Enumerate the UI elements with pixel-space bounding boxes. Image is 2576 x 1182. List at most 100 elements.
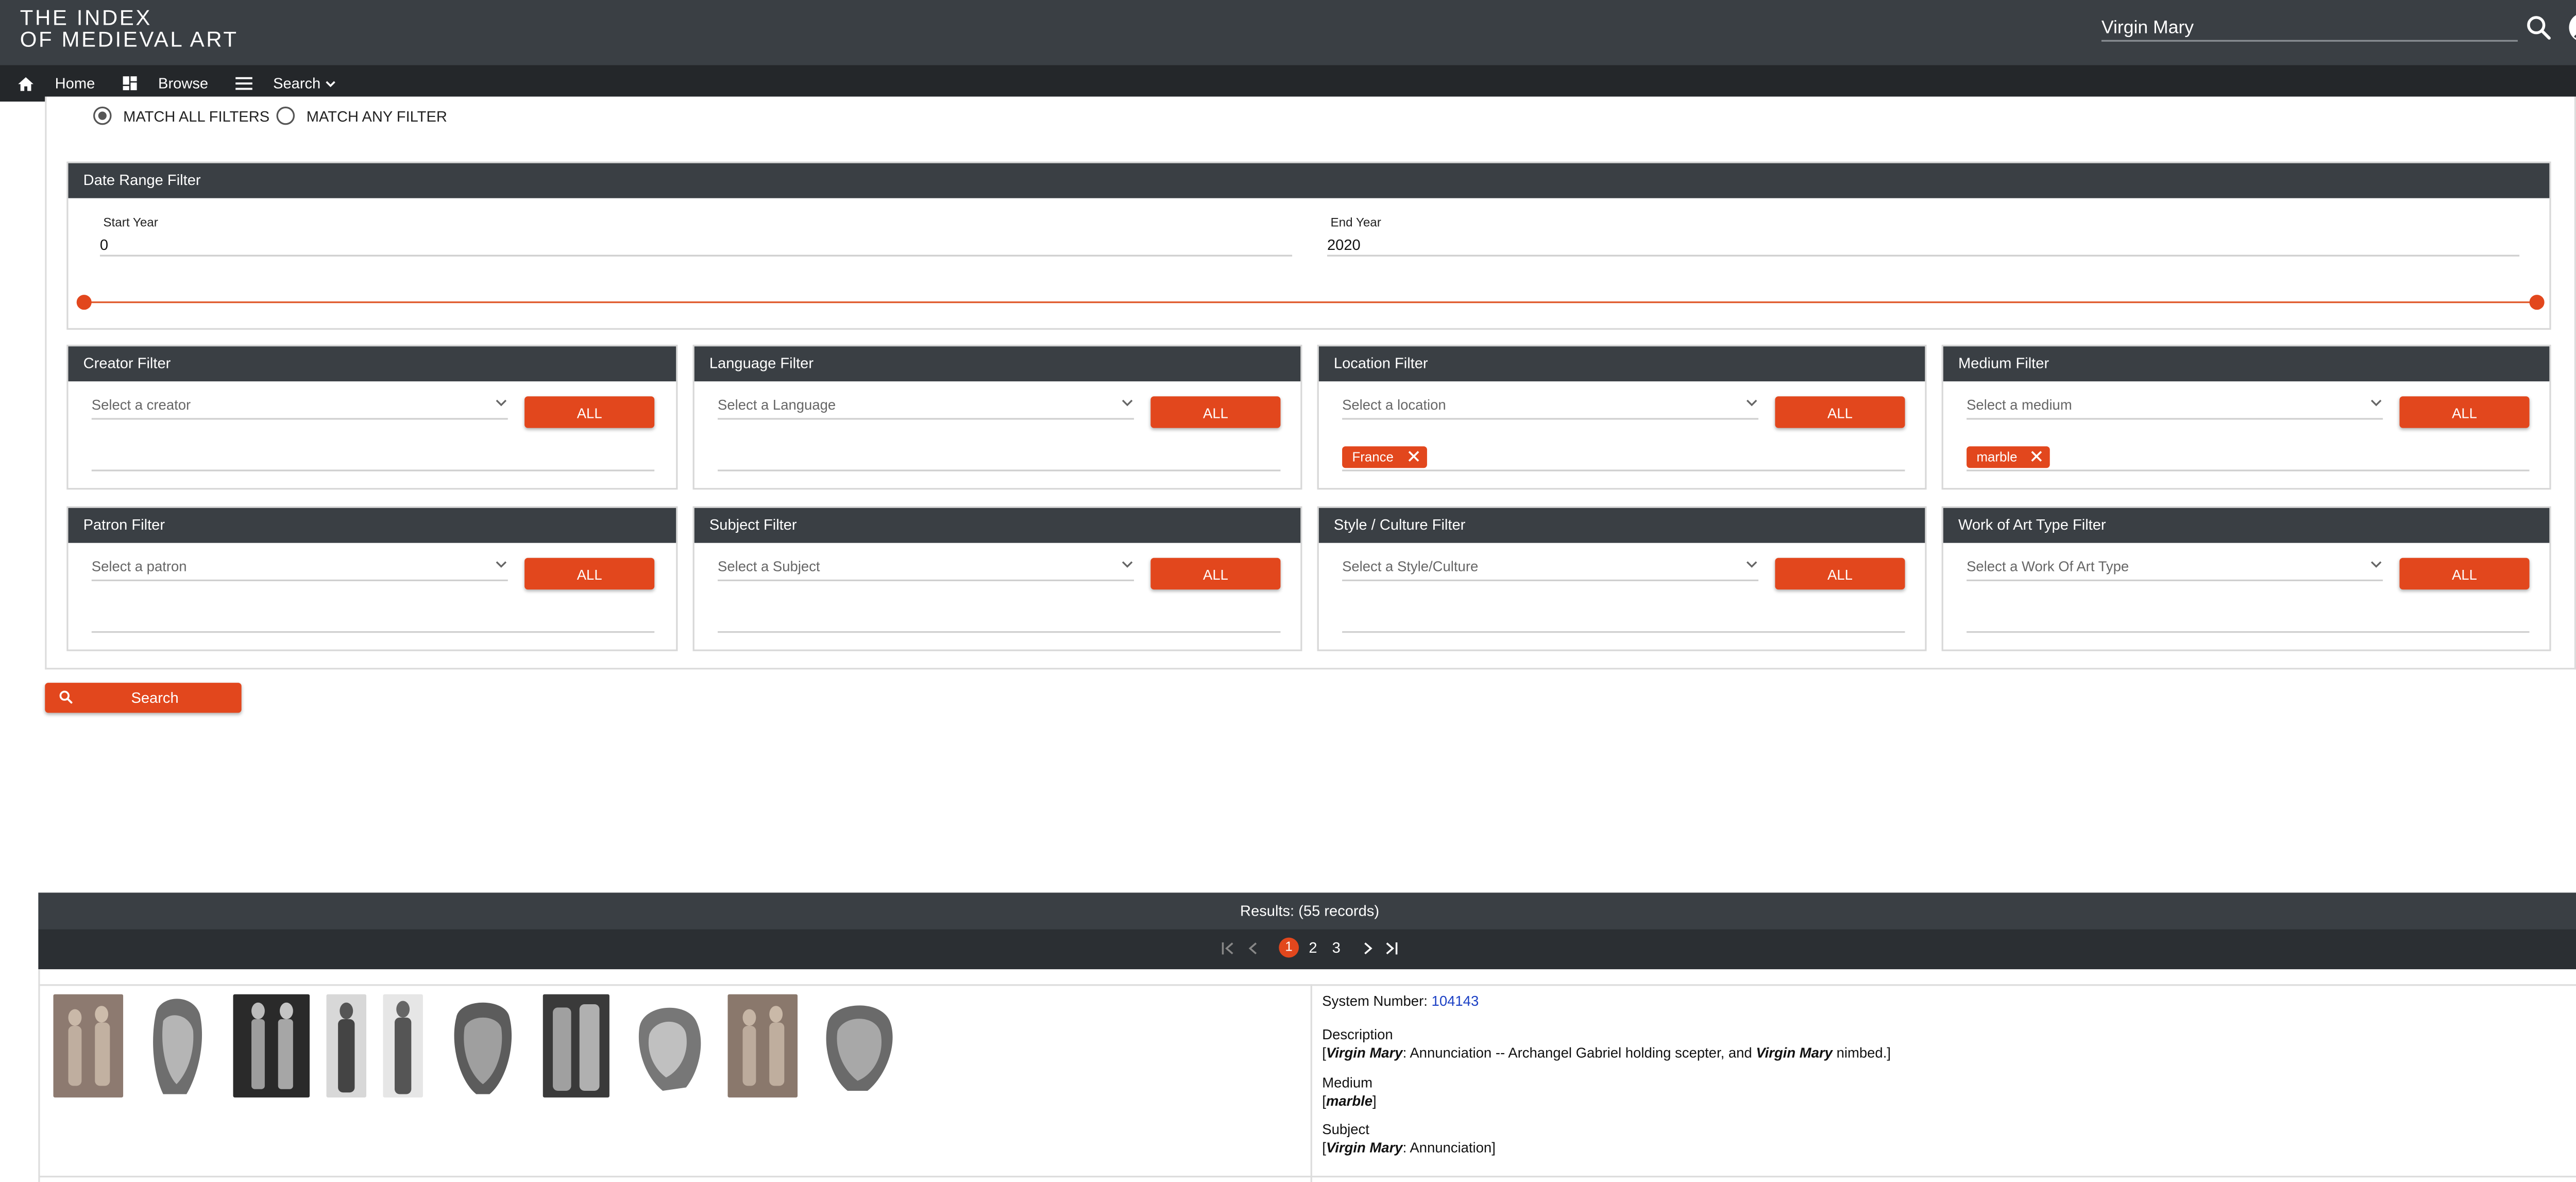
creator-select-placeholder: Select a creator (91, 396, 191, 413)
chevron-down-icon (1746, 561, 1757, 568)
result-thumbnail[interactable] (626, 994, 713, 1097)
logo-line-1: THE INDEX (20, 5, 152, 30)
description-value: [Virgin Mary: Annunciation -- Archangel … (1322, 1044, 1891, 1061)
chevron-down-icon (2370, 561, 2382, 568)
site-logo[interactable]: THE INDEX OF MEDIEVAL ART (20, 7, 239, 50)
search-icon[interactable] (2524, 13, 2553, 42)
page-2-button[interactable]: 2 (1309, 939, 1317, 956)
start-year-input[interactable] (99, 233, 1293, 257)
date-range-start-handle[interactable] (76, 295, 92, 310)
style-culture-chip-area (1342, 608, 1905, 633)
subject-filter: Subject Filter Select a Subject ALL (692, 506, 1302, 651)
date-range-slider-track[interactable] (84, 300, 2538, 303)
first-page-icon[interactable] (1221, 941, 1235, 956)
medium-select[interactable]: Select a medium (1967, 396, 2383, 420)
next-page-icon[interactable] (1361, 941, 1376, 956)
match-any-option[interactable]: MATCH ANY FILTER (276, 106, 447, 125)
home-icon (18, 76, 33, 90)
match-all-option[interactable]: MATCH ALL FILTERS (93, 106, 270, 125)
match-any-radio[interactable] (276, 106, 295, 125)
result-thumbnail[interactable] (233, 994, 310, 1097)
style-culture-filter: Style / Culture Filter Select a Style/Cu… (1317, 506, 1927, 651)
result-thumbnail[interactable] (727, 994, 798, 1097)
pagination: 1 2 3 (38, 929, 2576, 970)
result-thumbnail[interactable] (383, 994, 423, 1097)
previous-page-icon[interactable] (1246, 941, 1261, 956)
creator-chip-area (91, 446, 655, 471)
subject-select[interactable]: Select a Subject (718, 558, 1134, 582)
style-culture-select[interactable]: Select a Style/Culture (1342, 558, 1759, 582)
divider (40, 1175, 2576, 1178)
medium-select-placeholder: Select a medium (1967, 396, 2072, 413)
patron-filter-title: Patron Filter (68, 508, 676, 543)
result-thumbnail[interactable] (140, 994, 213, 1097)
result-thumbnail[interactable] (543, 994, 609, 1097)
result-thumbnail[interactable] (439, 994, 527, 1097)
description-term: Virgin Mary (1326, 1044, 1403, 1061)
subject-select-placeholder: Select a Subject (718, 558, 820, 575)
work-type-filter: Work of Art Type Filter Select a Work Of… (1941, 506, 2551, 651)
dashboard-icon (123, 76, 137, 91)
subject-filter-title: Subject Filter (694, 508, 1301, 543)
result-thumbnail[interactable] (53, 994, 124, 1097)
chevron-down-icon (496, 561, 507, 568)
end-year-label: End Year (1330, 214, 1381, 230)
last-page-icon[interactable] (1384, 941, 1399, 956)
medium-value: [marble] (1322, 1092, 1377, 1109)
logo-line-2: OF MEDIEVAL ART (20, 26, 239, 52)
end-year-input[interactable] (1327, 233, 2520, 257)
description-tail: nimbed. (1832, 1044, 1887, 1061)
work-type-select[interactable]: Select a Work Of Art Type (1967, 558, 2383, 582)
start-year-label: Start Year (103, 214, 158, 230)
language-all-button[interactable]: ALL (1150, 396, 1281, 428)
patron-select[interactable]: Select a patron (91, 558, 508, 582)
system-number-link[interactable]: 104143 (1432, 992, 1479, 1009)
account-circle-icon[interactable] (2568, 12, 2576, 43)
description-term: Virgin Mary (1756, 1044, 1833, 1061)
search-button-label: Search (131, 689, 179, 706)
close-icon[interactable] (2030, 450, 2044, 463)
page-1-button[interactable]: 1 (1279, 937, 1299, 958)
date-range-end-handle[interactable] (2529, 295, 2545, 310)
nav-browse-label: Browse (158, 75, 209, 92)
subject-label: Subject (1322, 1121, 1369, 1138)
location-all-button[interactable]: ALL (1775, 396, 1905, 428)
work-type-chip-area (1967, 608, 2530, 633)
result-thumbnail[interactable] (326, 994, 367, 1097)
match-all-radio[interactable] (93, 106, 112, 125)
subject-all-button[interactable]: ALL (1150, 558, 1281, 590)
location-select[interactable]: Select a location (1342, 396, 1759, 420)
page-3-button[interactable]: 3 (1332, 939, 1341, 956)
patron-select-placeholder: Select a patron (91, 558, 187, 575)
style-culture-select-placeholder: Select a Style/Culture (1342, 558, 1479, 575)
close-icon[interactable] (1407, 450, 1420, 463)
nav-home-label: Home (55, 75, 95, 92)
location-chip: France (1342, 446, 1427, 468)
creator-all-button[interactable]: ALL (524, 396, 655, 428)
result-thumbnail[interactable] (814, 994, 901, 1097)
creator-select[interactable]: Select a creator (91, 396, 508, 420)
creator-filter: Creator Filter Select a creator ALL (66, 345, 678, 490)
style-culture-all-button[interactable]: ALL (1775, 558, 1905, 590)
chevron-down-icon (1122, 399, 1133, 407)
work-type-all-button[interactable]: ALL (2399, 558, 2530, 590)
subject-tail: : Annunciation (1402, 1139, 1492, 1156)
language-filter: Language Filter Select a Language ALL (692, 345, 1302, 490)
patron-all-button[interactable]: ALL (524, 558, 655, 590)
medium-chip-area: marble (1967, 446, 2530, 471)
style-culture-filter-title: Style / Culture Filter (1318, 508, 1925, 543)
description-text: : Annunciation -- Archangel Gabriel hold… (1402, 1044, 1756, 1061)
search-button[interactable]: Search (45, 683, 242, 713)
chevron-down-icon (496, 399, 507, 407)
medium-all-button[interactable]: ALL (2399, 396, 2530, 428)
creator-filter-title: Creator Filter (68, 346, 676, 382)
medium-filter-title: Medium Filter (1943, 346, 2550, 382)
chevron-down-icon (1122, 561, 1133, 568)
match-all-label: MATCH ALL FILTERS (123, 107, 270, 124)
patron-filter: Patron Filter Select a patron ALL (66, 506, 678, 651)
patron-chip-area (91, 608, 655, 633)
language-select[interactable]: Select a Language (718, 396, 1134, 420)
global-search-input[interactable] (2101, 15, 2518, 42)
language-select-placeholder: Select a Language (718, 396, 836, 413)
result-row: System Number: 104143 Description [Virgi… (38, 969, 2576, 1182)
